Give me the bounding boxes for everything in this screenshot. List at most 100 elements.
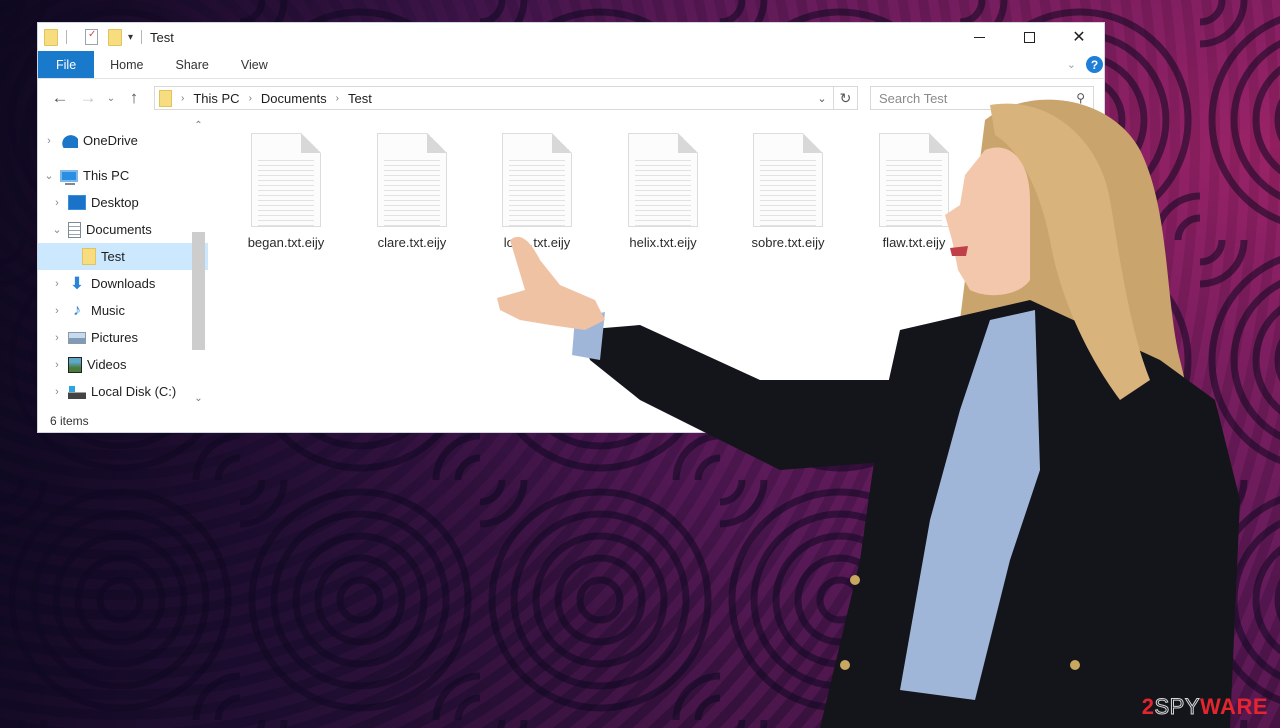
divider [141, 30, 143, 44]
file-item[interactable]: helix.txt.eijy [608, 133, 718, 250]
up-button[interactable]: ↑ [120, 88, 148, 108]
chevron-right-icon[interactable]: › [50, 359, 64, 371]
folder-icon [44, 28, 58, 46]
text-file-icon [753, 133, 823, 227]
divider [66, 30, 67, 44]
breadcrumb-test[interactable]: Test [348, 91, 372, 106]
sidebar-item-label: OneDrive [83, 133, 138, 148]
tab-share[interactable]: Share [160, 51, 225, 78]
search-placeholder: Search Test [879, 90, 948, 106]
chevron-right-icon[interactable]: › [50, 197, 64, 209]
help-icon[interactable]: ? [1086, 56, 1103, 73]
chevron-right-icon[interactable]: › [42, 135, 56, 147]
sidebar-item-local-disk[interactable]: › Local Disk (C:) [38, 378, 208, 405]
watermark-part: SPY [1154, 694, 1200, 720]
status-bar-item-count: 6 items [50, 414, 89, 428]
sidebar-item-this-pc[interactable]: ⌄ This PC [38, 162, 208, 189]
file-name: sobre.txt.eijy [751, 235, 825, 250]
file-name: loc…txt.eijy [503, 235, 571, 250]
maximize-icon [1023, 31, 1035, 43]
breadcrumb-documents[interactable]: Documents [261, 91, 327, 106]
pictures-icon [68, 331, 86, 344]
file-item[interactable]: sobre.txt.eijy [733, 133, 843, 250]
chevron-right-icon[interactable]: › [249, 93, 252, 104]
chevron-right-icon[interactable]: › [336, 93, 339, 104]
disk-icon [68, 384, 86, 399]
tab-file[interactable]: File [38, 51, 95, 78]
sidebar-item-desktop[interactable]: › Desktop [38, 189, 208, 216]
customize-quick-access-button[interactable]: ▾ [128, 32, 133, 43]
file-item[interactable]: flaw.txt.eijy [859, 133, 969, 250]
sidebar-item-label: Videos [87, 357, 127, 372]
file-name: helix.txt.eijy [629, 235, 697, 250]
scroll-up-button[interactable]: ⌃ [190, 117, 207, 134]
recent-locations-button[interactable]: ⌄ [102, 93, 120, 104]
text-file-icon [377, 133, 447, 227]
sidebar-item-label: Documents [86, 222, 152, 237]
properties-icon[interactable] [85, 29, 98, 45]
forward-button[interactable]: → [74, 88, 102, 108]
sidebar-item-label: Music [91, 303, 125, 318]
chevron-right-icon[interactable]: › [50, 305, 64, 317]
sidebar-item-label: Local Disk (C:) [91, 384, 177, 399]
address-dropdown-button[interactable]: ⌄ [811, 92, 833, 105]
file-explorer-window: ▾ Test ✕ File Home Share View ⌄ ? ← → ⌄ … [37, 22, 1105, 433]
tab-view[interactable]: View [225, 51, 284, 78]
sidebar-item-test[interactable]: Test [38, 243, 208, 270]
ribbon-tabs: File Home Share View ⌄ ? [38, 51, 1104, 79]
minimize-button[interactable] [954, 23, 1004, 51]
sidebar-item-documents[interactable]: ⌄ Documents [38, 216, 208, 243]
text-file-icon [628, 133, 698, 227]
scroll-down-button[interactable]: ⌄ [190, 390, 207, 407]
file-name: flaw.txt.eijy [882, 235, 946, 250]
file-item[interactable]: loc…txt.eijy [482, 133, 592, 250]
refresh-button[interactable]: ↻ [834, 86, 858, 110]
sidebar-item-music[interactable]: › ♪ Music [38, 297, 208, 324]
file-name: clare.txt.eijy [377, 235, 447, 250]
search-input[interactable]: Search Test ⚲ [870, 86, 1094, 110]
documents-icon [68, 221, 81, 238]
file-list: began.txt.eijy clare.txt.eijy loc…txt.ei… [226, 117, 1104, 413]
close-icon: ✕ [1072, 29, 1086, 46]
sidebar-item-pictures[interactable]: › Pictures [38, 324, 208, 351]
chevron-right-icon[interactable]: › [50, 278, 64, 290]
sidebar-item-label: Test [101, 249, 125, 264]
scrollbar-thumb[interactable] [192, 232, 205, 350]
sidebar-item-downloads[interactable]: › ⬇ Downloads [38, 270, 208, 297]
sidebar-item-videos[interactable]: › Videos [38, 351, 208, 378]
chevron-right-icon[interactable]: › [50, 332, 64, 344]
navigation-pane: › OneDrive ⌄ This PC › Desktop ⌄ Documen… [38, 117, 208, 413]
sidebar-item-label: Desktop [91, 195, 139, 210]
chevron-down-icon[interactable]: ⌄ [42, 169, 56, 182]
breadcrumb-this-pc[interactable]: This PC [193, 91, 239, 106]
ribbon-right: ⌄ ? [1067, 51, 1104, 78]
watermark-part: 2 [1141, 694, 1155, 719]
explorer-body: › OneDrive ⌄ This PC › Desktop ⌄ Documen… [38, 117, 1104, 432]
close-button[interactable]: ✕ [1054, 23, 1104, 51]
search-icon[interactable]: ⚲ [1076, 91, 1085, 105]
desktop-icon [68, 195, 86, 210]
sidebar-scrollbar[interactable]: ⌃ ⌄ [190, 117, 207, 407]
folder-icon [159, 89, 172, 107]
navigation-bar: ← → ⌄ ↑ › This PC › Documents › Test ⌄ ↻… [38, 79, 1104, 117]
expand-ribbon-icon[interactable]: ⌄ [1067, 58, 1076, 71]
title-bar: ▾ Test ✕ [38, 23, 1104, 51]
minimize-icon [973, 36, 985, 38]
file-item[interactable]: began.txt.eijy [231, 133, 341, 250]
sidebar-item-onedrive[interactable]: › OneDrive [38, 127, 208, 154]
maximize-button[interactable] [1004, 23, 1054, 51]
text-file-icon [502, 133, 572, 227]
chevron-right-icon[interactable]: › [50, 386, 64, 398]
file-item[interactable]: clare.txt.eijy [357, 133, 467, 250]
back-button[interactable]: ← [46, 88, 74, 108]
chevron-right-icon[interactable]: › [181, 93, 184, 104]
text-file-icon [251, 133, 321, 227]
videos-icon [68, 356, 82, 373]
sidebar-item-label: Pictures [91, 330, 138, 345]
chevron-down-icon[interactable]: ⌄ [50, 223, 64, 236]
downloads-icon: ⬇ [69, 274, 85, 293]
tab-home[interactable]: Home [94, 51, 159, 78]
address-bar[interactable]: › This PC › Documents › Test ⌄ [154, 86, 834, 110]
onedrive-icon [60, 133, 78, 148]
new-folder-icon[interactable] [108, 28, 122, 46]
